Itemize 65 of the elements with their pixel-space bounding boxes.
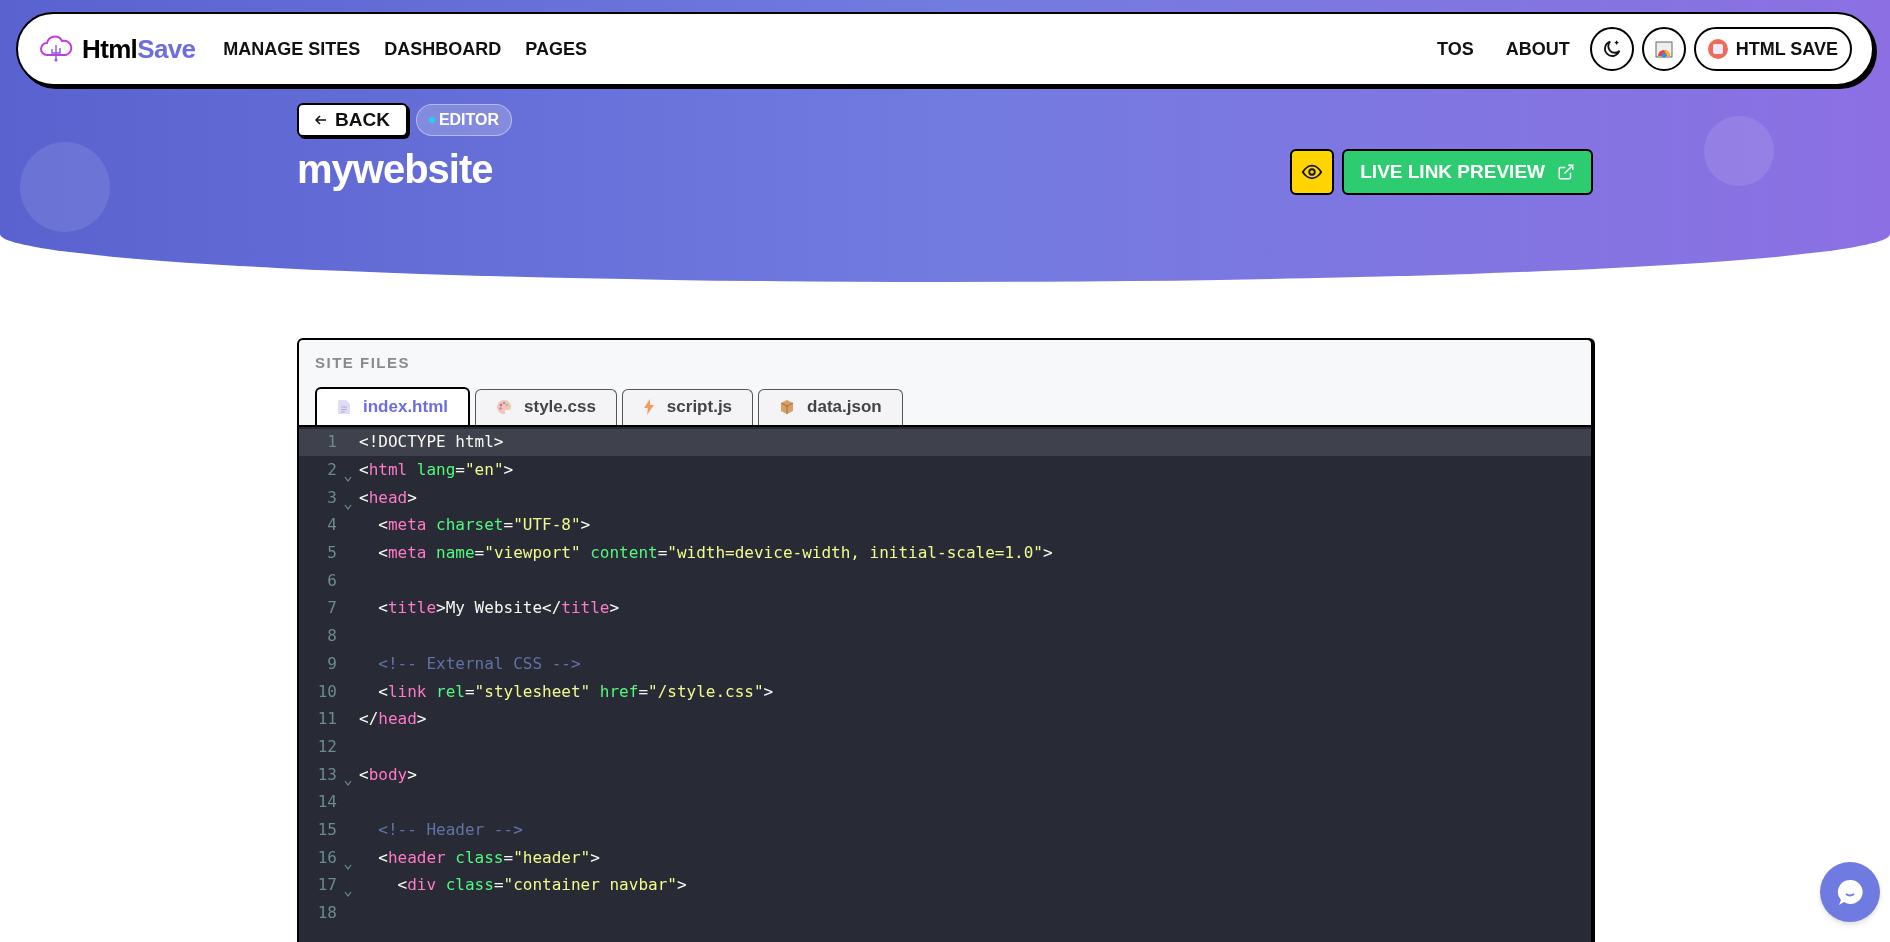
line-number: 11 [316, 708, 337, 731]
theme-toggle-button[interactable] [1589, 27, 1634, 71]
nav-link[interactable]: PAGES [525, 35, 587, 63]
line-number: 2 [326, 459, 337, 482]
line-number: 10 [316, 680, 337, 703]
line-number: 15 [316, 818, 337, 841]
package-icon [779, 399, 796, 415]
file-tab[interactable]: index.html [315, 386, 470, 425]
fold-chevron-icon[interactable] [344, 503, 352, 510]
extension-button[interactable] [1641, 27, 1686, 71]
code-text: <body> [359, 763, 417, 786]
fold-chevron-icon[interactable] [344, 891, 352, 898]
line-number: 6 [326, 569, 337, 592]
back-button[interactable]: BACK [297, 103, 408, 137]
line-number: 8 [326, 625, 337, 648]
section-heading: SITE FILES [314, 353, 411, 373]
lightning-icon [642, 399, 655, 415]
line-number: 16 [316, 846, 337, 869]
line-number: 18 [316, 902, 337, 925]
line-number: 1 [326, 431, 337, 454]
arrow-left-icon [315, 114, 327, 126]
line-number: 4 [326, 514, 337, 537]
line-number: 17 [316, 874, 337, 897]
line-number: 5 [326, 542, 337, 565]
preview-button[interactable] [1290, 149, 1335, 195]
code-text: <meta name="viewport" content="width=device-width, initial-scale=1.0"> [377, 542, 1053, 565]
line-number: 14 [316, 791, 337, 814]
nav-link[interactable]: TOS [1436, 35, 1474, 63]
cloud-logo-icon [38, 35, 74, 63]
line-number: 9 [326, 652, 337, 675]
nav-link[interactable]: MANAGE SITES [223, 35, 361, 63]
code-text: <header class="header"> [377, 846, 600, 869]
line-number: 3 [326, 486, 337, 509]
line-number: 12 [316, 735, 337, 758]
code-text: <!-- External CSS --> [377, 652, 581, 675]
editor-badge: EDITOR [415, 104, 513, 136]
browser-store-icon [1653, 39, 1674, 59]
code-text: <title>My Website</title> [377, 597, 620, 620]
code-text: <meta charset="UTF-8"> [377, 514, 591, 537]
external-link-icon [1557, 163, 1575, 181]
palette-icon [496, 399, 512, 415]
fold-chevron-icon[interactable] [344, 780, 352, 787]
file-tab[interactable]: style.css [475, 388, 617, 425]
fold-chevron-icon[interactable] [344, 863, 352, 870]
chat-button[interactable] [1820, 862, 1880, 922]
code-text: <head> [359, 486, 417, 509]
nav-link[interactable]: ABOUT [1505, 35, 1570, 63]
brand-name[interactable]: HtmlSave [82, 29, 196, 69]
nav-link[interactable]: DASHBOARD [384, 35, 502, 63]
file-tab[interactable]: data.json [758, 388, 903, 425]
document-icon [337, 398, 351, 415]
file-tab[interactable]: script.js [621, 388, 754, 425]
code-text: </head> [359, 708, 427, 731]
code-text: <link rel="stylesheet" href="/style.css"> [377, 680, 774, 703]
code-text: <!-- Header --> [377, 818, 523, 841]
account-button[interactable]: HTML SAVE [1693, 27, 1852, 71]
page-title: mywebsite [297, 149, 494, 189]
code-text: <div class="container navbar"> [396, 874, 687, 897]
fold-chevron-icon[interactable] [344, 475, 352, 482]
code-text: <html lang="en"> [359, 459, 514, 482]
line-number: 13 [316, 763, 337, 786]
avatar-icon [1707, 39, 1728, 59]
chat-bubble-icon [1836, 878, 1864, 906]
line-number: 7 [326, 597, 337, 620]
code-text: <!DOCTYPE html> [359, 431, 504, 454]
